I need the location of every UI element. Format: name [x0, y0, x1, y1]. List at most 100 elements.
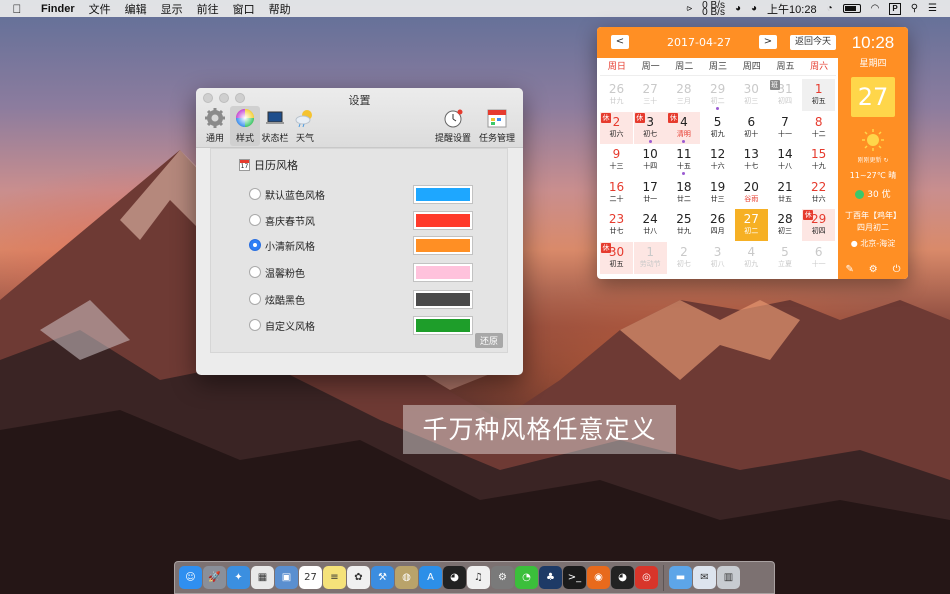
- day-cell[interactable]: 1 劳动节: [633, 242, 667, 274]
- style-option-fresh[interactable]: 小清新风格: [249, 235, 479, 255]
- tab-general[interactable]: 通用: [200, 106, 230, 146]
- day-cell[interactable]: 8 十二: [802, 112, 835, 144]
- day-cell[interactable]: 班 31 初四: [769, 79, 802, 111]
- day-cell[interactable]: 27 三十: [634, 79, 667, 111]
- day-cell[interactable]: 10 十四: [634, 144, 667, 176]
- dock-safari-icon[interactable]: ✦: [227, 566, 250, 589]
- dock-app-store-icon[interactable]: A: [419, 566, 442, 589]
- day-cell[interactable]: 28 三月: [667, 79, 700, 111]
- p-box-icon[interactable]: P: [884, 2, 905, 15]
- month-label[interactable]: 2017-04-27: [659, 36, 739, 49]
- dock-terminal-icon[interactable]: >_: [563, 566, 586, 589]
- dock-firefox-icon[interactable]: ◉: [587, 566, 610, 589]
- day-cell[interactable]: 15 十九: [802, 144, 835, 176]
- style-option-custom[interactable]: 自定义风格: [249, 315, 479, 335]
- radio-festive[interactable]: [249, 214, 261, 226]
- radio-black[interactable]: [249, 293, 261, 305]
- net-speed[interactable]: 0 B/s 0 B/s: [697, 0, 730, 17]
- location[interactable]: ● 北京-海淀: [838, 238, 908, 249]
- qq-icon[interactable]: ◕: [730, 3, 746, 14]
- radio-blue[interactable]: [249, 188, 261, 200]
- menu-window[interactable]: 窗口: [226, 1, 262, 17]
- day-cell[interactable]: 6 十一: [802, 242, 835, 274]
- day-cell[interactable]: 19 廿三: [701, 177, 734, 209]
- day-cell[interactable]: 26 廿九: [600, 79, 633, 111]
- style-option-festive[interactable]: 喜庆春节风: [249, 210, 479, 230]
- restore-button[interactable]: 还原: [474, 333, 503, 348]
- weather-update[interactable]: 刚刚更新 ↻: [838, 155, 908, 164]
- day-cell[interactable]: 休 4 清明: [667, 111, 701, 144]
- day-cell[interactable]: 4 初九: [735, 242, 768, 274]
- day-cell[interactable]: 16 二十: [600, 177, 633, 209]
- radio-custom[interactable]: [249, 319, 261, 331]
- day-cell[interactable]: 22 廿六: [802, 177, 835, 209]
- tab-statusbar[interactable]: 状态栏: [260, 106, 290, 146]
- refresh-icon[interactable]: ↻: [883, 157, 888, 164]
- notification-center-icon[interactable]: ☰: [923, 3, 942, 14]
- day-cell[interactable]: 1 初五: [802, 79, 836, 111]
- style-option-pink[interactable]: 温馨粉色: [249, 262, 479, 282]
- dock-sourcetree-icon[interactable]: ♣: [539, 566, 562, 589]
- radio-fresh[interactable]: [249, 239, 261, 251]
- day-cell[interactable]: 6 初十: [735, 112, 768, 144]
- power-icon[interactable]: ⏻: [893, 264, 901, 275]
- dock-netease-music-icon[interactable]: ◎: [635, 566, 658, 589]
- apple-menu-icon[interactable]: : [0, 2, 34, 16]
- menu-view[interactable]: 显示: [154, 1, 190, 17]
- back-to-today-button[interactable]: 返回今天: [790, 35, 836, 50]
- day-cell[interactable]: 29 初二: [701, 79, 734, 111]
- tab-weather[interactable]: 天气: [290, 106, 320, 146]
- dock-finder-icon[interactable]: ☺: [179, 566, 202, 589]
- day-cell[interactable]: 20 谷雨: [735, 177, 768, 209]
- dock-disk-utility-icon[interactable]: ◍: [395, 566, 418, 589]
- style-option-black[interactable]: 炫酷黑色: [249, 289, 479, 309]
- menubar-clock[interactable]: 上午10:28: [762, 1, 822, 17]
- day-cell[interactable]: 24 廿八: [634, 209, 667, 241]
- menu-help[interactable]: 帮助: [262, 1, 298, 17]
- dock-calendar-icon[interactable]: 27: [299, 566, 322, 589]
- color-swatch-blue[interactable]: [414, 186, 472, 203]
- wifi-icon[interactable]: ◠: [866, 3, 885, 14]
- color-swatch-fresh[interactable]: [414, 237, 472, 254]
- day-cell-selected[interactable]: 27 初二: [734, 209, 768, 242]
- dock-trash-icon[interactable]: ▥: [717, 566, 740, 589]
- day-cell[interactable]: 26 四月: [701, 209, 734, 241]
- color-swatch-custom[interactable]: [414, 317, 472, 334]
- day-cell[interactable]: 23 廿七: [600, 209, 633, 241]
- tab-reminders[interactable]: 提醒设置: [431, 106, 475, 146]
- dock-itunes-icon[interactable]: ♫: [467, 566, 490, 589]
- day-cell[interactable]: 休 30 初五: [600, 242, 633, 274]
- dock-notes-icon[interactable]: ≡: [323, 566, 346, 589]
- day-cell[interactable]: 9 十三: [600, 144, 633, 176]
- wechat-icon[interactable]: ◔: [822, 3, 838, 14]
- dock-preview-icon[interactable]: ▣: [275, 566, 298, 589]
- dock-folder-icon[interactable]: ▬: [669, 566, 692, 589]
- battery-icon[interactable]: [838, 4, 866, 13]
- settings-gear-icon[interactable]: ⚙: [869, 264, 878, 275]
- day-cell[interactable]: 21 廿五: [769, 177, 802, 209]
- tab-tasks[interactable]: 任务管理: [475, 106, 519, 146]
- day-cell[interactable]: 5 初九: [701, 112, 734, 144]
- menu-app-name[interactable]: Finder: [34, 3, 82, 15]
- day-cell[interactable]: 休 29 初四: [802, 209, 836, 242]
- day-cell[interactable]: 13 十七: [735, 144, 768, 176]
- color-swatch-festive[interactable]: [414, 212, 472, 229]
- day-cell[interactable]: 12 十六: [701, 144, 734, 176]
- prev-month-button[interactable]: <: [611, 35, 629, 49]
- radio-pink[interactable]: [249, 266, 261, 278]
- qq-icon-2[interactable]: ◕: [746, 3, 762, 14]
- dock-qq-2-icon[interactable]: ◕: [611, 566, 634, 589]
- menu-go[interactable]: 前往: [190, 1, 226, 17]
- day-cell[interactable]: 2 初七: [667, 242, 700, 274]
- dock-wechat-icon[interactable]: ◔: [515, 566, 538, 589]
- menu-edit[interactable]: 编辑: [118, 1, 154, 17]
- day-cell[interactable]: 11 十五: [667, 144, 700, 176]
- day-cell[interactable]: 休 3 初七: [633, 111, 667, 144]
- spotlight-search-icon[interactable]: ⚲: [906, 3, 923, 14]
- day-cell[interactable]: 5 立夏: [769, 242, 802, 274]
- menu-file[interactable]: 文件: [82, 1, 118, 17]
- dock-launchpad-icon[interactable]: 🚀: [203, 566, 226, 589]
- dock-system-preferences-icon[interactable]: ⚙: [491, 566, 514, 589]
- dock-xcode-icon[interactable]: ⚒: [371, 566, 394, 589]
- day-cell[interactable]: 17 廿一: [634, 177, 667, 209]
